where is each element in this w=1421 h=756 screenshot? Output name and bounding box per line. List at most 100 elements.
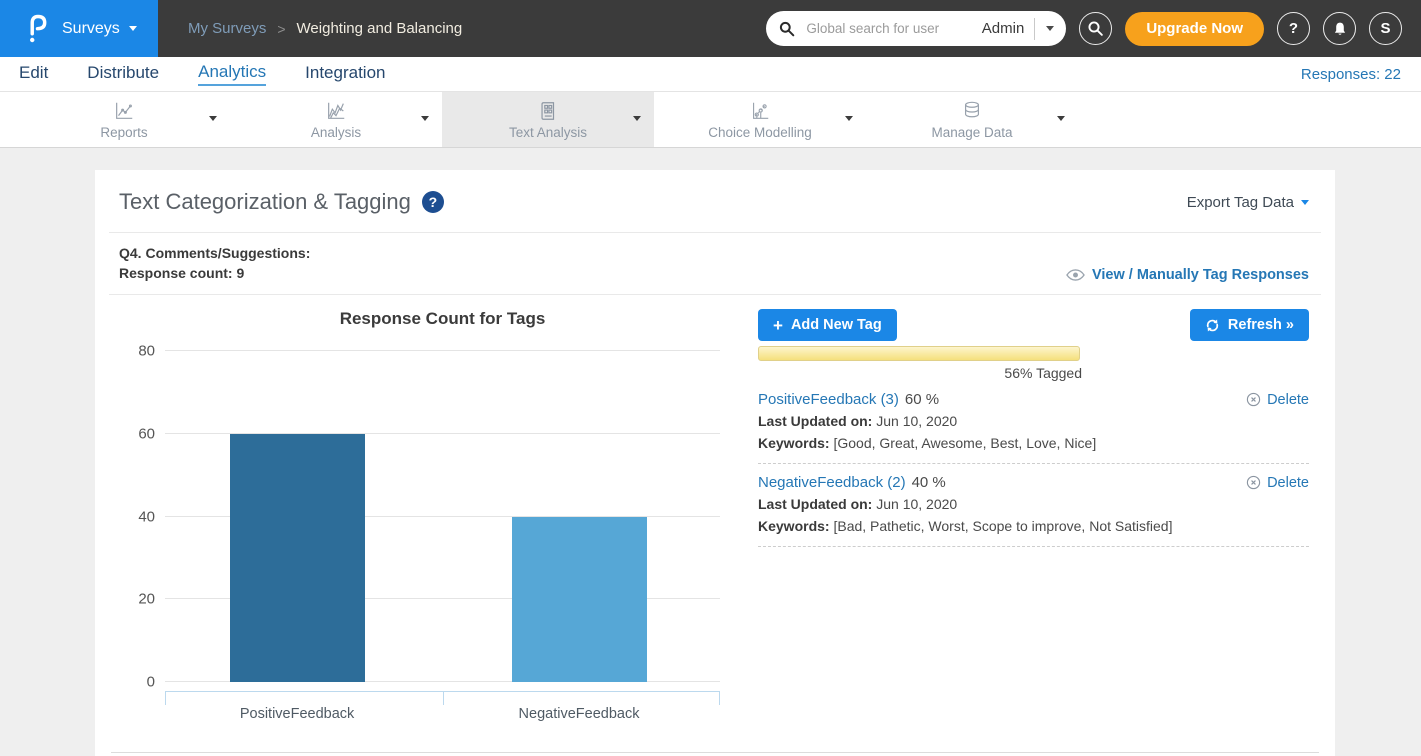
help-button[interactable]: ? [1277,12,1310,45]
chart-category-label: NegativeFeedback [519,706,640,722]
delete-label: Delete [1267,475,1309,491]
last-updated-value: Jun 10, 2020 [876,413,957,429]
delete-label: Delete [1267,392,1309,408]
view-manually-tag-label: View / Manually Tag Responses [1092,267,1309,283]
tag-row: PositiveFeedback (3) 60 % Delete [758,391,1309,464]
question-row: Q4. Comments/Suggestions: Response count… [95,233,1335,294]
export-tag-data-label: Export Tag Data [1187,194,1294,211]
tab-reports[interactable]: Reports [18,92,230,147]
tab-analysis[interactable]: Analysis [230,92,442,147]
main-content: Text Categorization & Tagging ? Export T… [0,148,1421,756]
tag-percent: 60 % [905,391,939,408]
bell-icon [1332,21,1348,37]
last-updated-label: Last Updated on: [758,496,872,512]
nav-item-distribute[interactable]: Distribute [87,63,159,85]
product-switcher[interactable]: Surveys [0,0,158,57]
chart-ytick-label: 0 [119,675,155,690]
help-circle-icon[interactable]: ? [422,191,444,213]
manage-data-icon [961,100,983,122]
search-scope-value[interactable]: Admin [982,20,1025,37]
chevron-down-icon [129,26,137,31]
text-analysis-icon [537,100,559,122]
notifications-button[interactable] [1323,12,1356,45]
delete-circle-icon [1246,475,1261,490]
tab-text-analysis[interactable]: Text Analysis [442,92,654,147]
page-title: Text Categorization & Tagging [119,189,411,215]
delete-circle-icon [1246,392,1261,407]
search-icon [779,21,795,37]
refresh-label: Refresh » [1228,317,1294,333]
questionpro-logo-icon [26,13,49,44]
tagged-percent-label: 56% Tagged [758,365,1082,381]
header-search-button[interactable] [1079,12,1112,45]
tab-label: Text Analysis [509,125,587,140]
chart-bar[interactable] [512,517,647,683]
chart-ytick-label: 40 [119,509,155,524]
chart-bar[interactable] [230,434,365,682]
tagging-content: Response Count for Tags 020406080 Positi… [95,295,1335,726]
chart-ytick-label: 80 [119,344,155,359]
nav-item-analytics[interactable]: Analytics [198,62,266,86]
tab-manage-data[interactable]: Manage Data [866,92,1078,147]
reports-icon [113,100,135,122]
chart-title: Response Count for Tags [165,309,720,329]
refresh-button[interactable]: Refresh » [1190,309,1309,341]
upgrade-now-button[interactable]: Upgrade Now [1125,12,1264,46]
chart-ytick-label: 60 [119,426,155,441]
view-manually-tag-link[interactable]: View / Manually Tag Responses [1066,267,1309,283]
chevron-down-icon[interactable] [209,116,217,121]
add-new-tag-button[interactable]: + Add New Tag [758,309,897,341]
chart-x-labels: PositiveFeedback NegativeFeedback [165,704,720,726]
chevron-down-icon[interactable] [1046,26,1054,31]
nav-item-edit[interactable]: Edit [19,63,48,85]
tag-actions-row: + Add New Tag Refresh » [758,309,1309,341]
card-header: Text Categorization & Tagging ? Export T… [95,170,1335,232]
chart-ytick-label: 20 [119,592,155,607]
tab-choice-modelling[interactable]: Choice Modelling [654,92,866,147]
survey-nav: Edit Distribute Analytics Integration Re… [0,57,1421,92]
chevron-down-icon[interactable] [421,116,429,121]
tags-section: + Add New Tag Refresh » [744,295,1309,726]
tab-label: Reports [100,125,147,140]
global-search-input[interactable] [804,20,975,37]
keywords-label: Keywords: [758,435,830,451]
last-updated-value: Jun 10, 2020 [876,496,957,512]
add-new-tag-label: Add New Tag [791,317,882,333]
bar-chart-plot: 020406080 [165,351,720,682]
chevron-down-icon[interactable] [633,116,641,121]
delete-tag-button[interactable]: Delete [1246,475,1309,491]
card-bottom-divider [111,752,1319,753]
top-header-bar: Surveys My Surveys > Weighting and Balan… [0,0,1421,57]
analytics-tool-tabs: Reports Analysis Text Analysis [0,92,1421,148]
nav-item-integration[interactable]: Integration [305,63,385,85]
keywords-value: [Bad, Pathetic, Worst, Scope to improve,… [833,518,1172,534]
tab-label: Choice Modelling [708,125,812,140]
keywords-value: [Good, Great, Awesome, Best, Love, Nice] [833,435,1096,451]
breadcrumb-current: Weighting and Balancing [297,20,463,37]
export-tag-data-button[interactable]: Export Tag Data [1187,194,1309,211]
tag-name-link[interactable]: PositiveFeedback (3) [758,391,899,408]
eye-icon [1066,269,1085,281]
header-actions: Admin Upgrade Now ? S [766,11,1421,46]
last-updated-label: Last Updated on: [758,413,872,429]
user-avatar[interactable]: S [1369,12,1402,45]
chevron-down-icon[interactable] [1057,116,1065,121]
text-tagging-card: Text Categorization & Tagging ? Export T… [95,170,1335,756]
delete-tag-button[interactable]: Delete [1246,392,1309,408]
chart-category-label: PositiveFeedback [240,706,354,722]
analysis-icon [325,100,347,122]
tag-name-link[interactable]: NegativeFeedback (2) [758,474,906,491]
breadcrumb-separator: > [277,21,285,37]
chart-gridline [165,350,720,351]
tab-label: Analysis [311,125,361,140]
product-label: Surveys [62,20,120,38]
tagged-progress-bar [758,346,1080,361]
chart-section: Response Count for Tags 020406080 Positi… [119,295,744,726]
chevron-down-icon[interactable] [845,116,853,121]
breadcrumb: My Surveys > Weighting and Balancing [188,20,462,37]
global-search-box[interactable]: Admin [766,11,1066,46]
chart-x-axis [165,691,720,704]
breadcrumb-parent-link[interactable]: My Surveys [188,20,266,37]
tag-percent: 40 % [912,474,946,491]
keywords-label: Keywords: [758,518,830,534]
